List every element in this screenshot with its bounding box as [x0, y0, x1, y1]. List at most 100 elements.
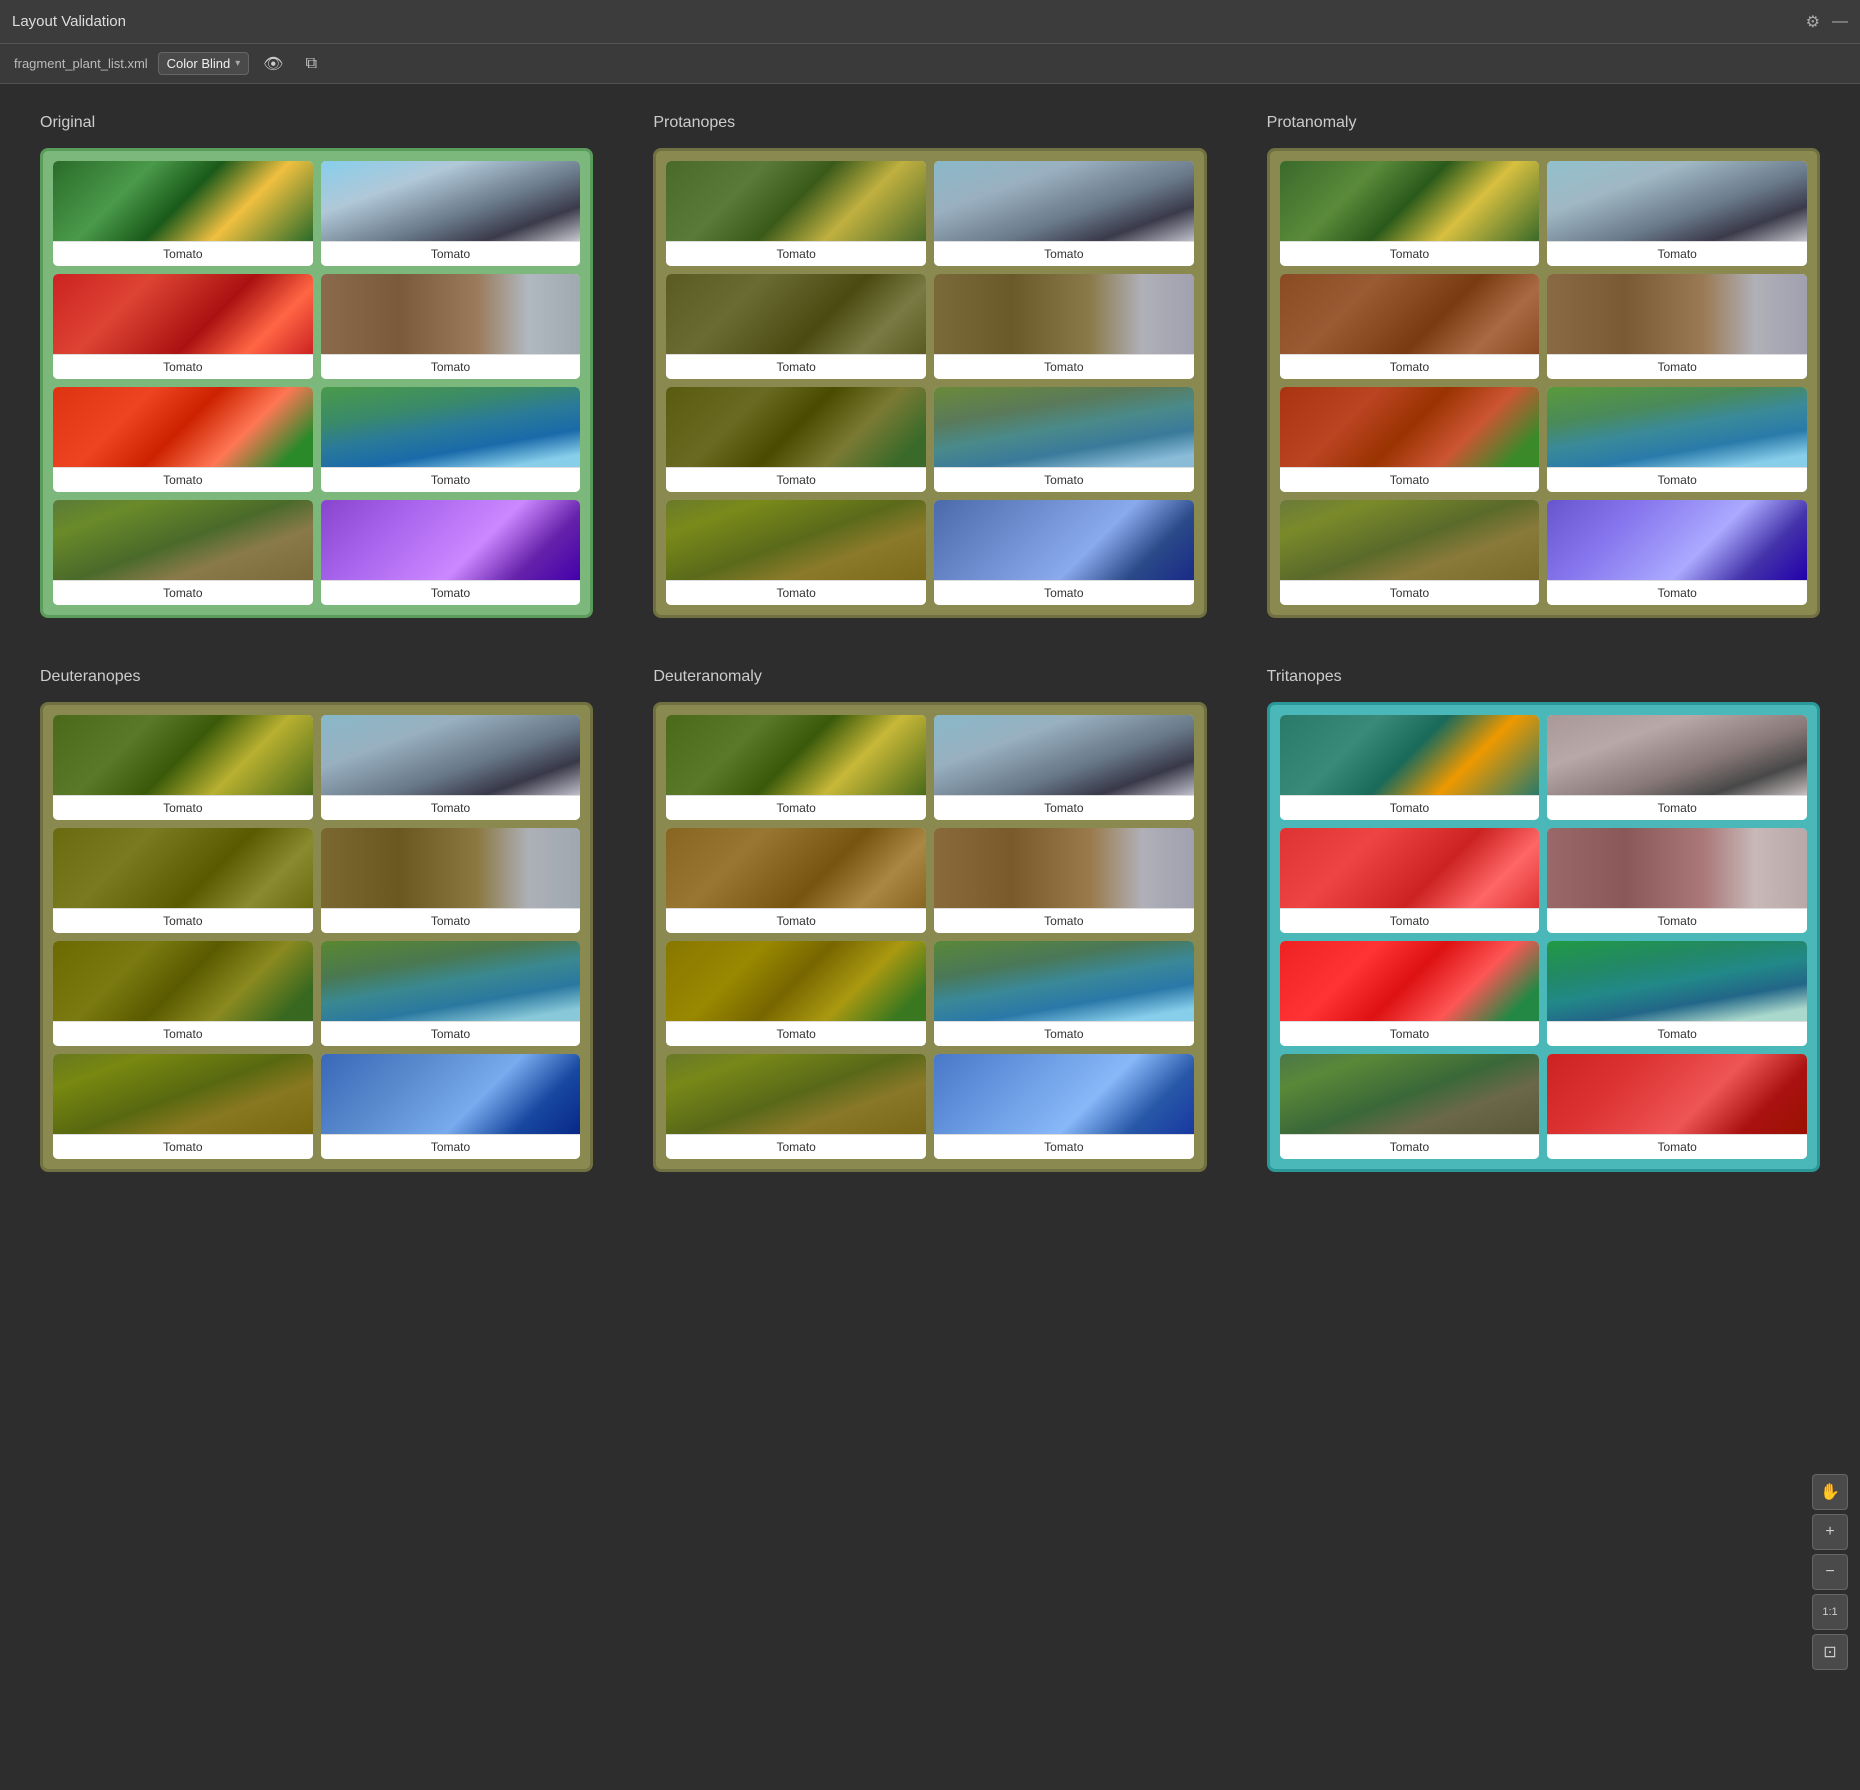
- image-card: Tomato: [1547, 941, 1807, 1046]
- card-label: Tomato: [53, 580, 313, 605]
- fit-button[interactable]: ⊡: [1812, 1634, 1848, 1670]
- image-card: Tomato: [666, 161, 926, 266]
- card-label: Tomato: [666, 1134, 926, 1159]
- card-label: Tomato: [934, 1134, 1194, 1159]
- image-card: Tomato: [321, 161, 581, 266]
- image-card: Tomato: [321, 387, 581, 492]
- card-image-img-redleaves-deu: [53, 828, 313, 908]
- ratio-label: 1:1: [1822, 1606, 1837, 1618]
- card-label: Tomato: [1280, 354, 1540, 379]
- image-card: Tomato: [934, 274, 1194, 379]
- image-card: Tomato: [1280, 941, 1540, 1046]
- image-card: Tomato: [1547, 500, 1807, 605]
- copy-button[interactable]: ⧉: [297, 50, 325, 78]
- card-image-img-telescope-pra: [1547, 161, 1807, 241]
- card-image-img-butterfly-tri: [1280, 715, 1540, 795]
- panel-title-protanopes: Protanopes: [653, 114, 1206, 132]
- card-label: Tomato: [666, 908, 926, 933]
- image-card: Tomato: [666, 941, 926, 1046]
- minimize-icon[interactable]: —: [1832, 13, 1848, 31]
- card-image-img-telescope-pro: [934, 161, 1194, 241]
- card-label: Tomato: [934, 580, 1194, 605]
- image-card: Tomato: [1547, 715, 1807, 820]
- settings-icon[interactable]: ⚙: [1806, 12, 1820, 32]
- panel-grid-tritanopes: Tomato Tomato Tomato Tomato Tomato Tomato Toma…: [1267, 702, 1820, 1172]
- panel-protanopes: Protanopes Tomato Tomato Tomato Tomato Tomato…: [653, 114, 1206, 618]
- card-label: Tomato: [1547, 1134, 1807, 1159]
- card-image-img-redleaves-orig: [53, 274, 313, 354]
- card-label: Tomato: [321, 1021, 581, 1046]
- image-card: Tomato: [53, 387, 313, 492]
- image-card: Tomato: [1280, 274, 1540, 379]
- hand-tool-button[interactable]: ✋: [1812, 1474, 1848, 1510]
- copy-icon: ⧉: [306, 55, 317, 73]
- toolbar: fragment_plant_list.xml Color Blind ▾ 👁 …: [0, 44, 1860, 84]
- plus-icon: +: [1825, 1523, 1834, 1541]
- ratio-button[interactable]: 1:1: [1812, 1594, 1848, 1630]
- card-image-img-twig-pra: [1547, 274, 1807, 354]
- hand-icon: ✋: [1820, 1482, 1840, 1502]
- card-label: Tomato: [53, 795, 313, 820]
- card-image-img-butterfly-dea: [666, 715, 926, 795]
- panel-grid-deuteranopes: Tomato Tomato Tomato Tomato Tomato Tomato Toma…: [40, 702, 593, 1172]
- card-label: Tomato: [1280, 1134, 1540, 1159]
- panel-title-tritanopes: Tritanopes: [1267, 668, 1820, 686]
- panel-tritanopes: TritanopesTomatoTomatoTomatoTomatoTomato…: [1267, 668, 1820, 1172]
- card-label: Tomato: [934, 241, 1194, 266]
- card-label: Tomato: [53, 1021, 313, 1046]
- card-label: Tomato: [934, 354, 1194, 379]
- fit-icon: ⊡: [1823, 1642, 1836, 1662]
- image-card: Tomato: [666, 500, 926, 605]
- card-image-img-field-tri: [1280, 1054, 1540, 1134]
- card-label: Tomato: [1280, 580, 1540, 605]
- card-image-img-redleaves-pra: [1280, 274, 1540, 354]
- color-blind-dropdown[interactable]: Color Blind ▾: [158, 52, 250, 75]
- image-card: Tomato: [53, 161, 313, 266]
- card-image-img-redleaves-pro: [666, 274, 926, 354]
- card-image-img-coast-pra: [1547, 387, 1807, 467]
- right-toolbar: ✋ + − 1:1 ⊡: [1812, 1474, 1848, 1670]
- card-image-img-coast-dea: [934, 941, 1194, 1021]
- card-image-img-twig-dea: [934, 828, 1194, 908]
- image-card: Tomato: [666, 1054, 926, 1159]
- card-label: Tomato: [53, 1134, 313, 1159]
- card-label: Tomato: [1547, 354, 1807, 379]
- image-card: Tomato: [321, 941, 581, 1046]
- image-card: Tomato: [1547, 161, 1807, 266]
- card-image-img-telescope-tri: [1547, 715, 1807, 795]
- image-card: Tomato: [934, 500, 1194, 605]
- card-image-img-butterfly-orig: [53, 161, 313, 241]
- panel-title-deuteranomaly: Deuteranomaly: [653, 668, 1206, 686]
- image-card: Tomato: [934, 387, 1194, 492]
- image-card: Tomato: [934, 1054, 1194, 1159]
- image-card: Tomato: [934, 828, 1194, 933]
- card-image-img-purple-tri: [1547, 1054, 1807, 1134]
- card-label: Tomato: [321, 241, 581, 266]
- card-image-img-telescope-dea: [934, 715, 1194, 795]
- titlebar-right: ⚙ —: [1806, 12, 1848, 32]
- card-label: Tomato: [321, 580, 581, 605]
- zoom-in-button[interactable]: +: [1812, 1514, 1848, 1550]
- image-card: Tomato: [321, 715, 581, 820]
- chevron-down-icon: ▾: [235, 58, 240, 69]
- card-label: Tomato: [666, 580, 926, 605]
- minus-icon: −: [1825, 1563, 1834, 1581]
- card-image-img-field-dea: [666, 1054, 926, 1134]
- card-label: Tomato: [1280, 1021, 1540, 1046]
- zoom-out-button[interactable]: −: [1812, 1554, 1848, 1590]
- card-label: Tomato: [53, 908, 313, 933]
- card-label: Tomato: [1547, 908, 1807, 933]
- card-image-img-redleaves-tri: [1280, 828, 1540, 908]
- card-label: Tomato: [1280, 908, 1540, 933]
- image-card: Tomato: [934, 715, 1194, 820]
- card-label: Tomato: [934, 908, 1194, 933]
- image-card: Tomato: [1547, 387, 1807, 492]
- image-card: Tomato: [1280, 1054, 1540, 1159]
- card-label: Tomato: [666, 1021, 926, 1046]
- eye-button[interactable]: 👁: [259, 50, 287, 78]
- card-image-img-purple-dea: [934, 1054, 1194, 1134]
- card-image-img-flower-pro: [666, 387, 926, 467]
- card-image-img-flower-deu: [53, 941, 313, 1021]
- card-label: Tomato: [321, 908, 581, 933]
- main-content: OriginalTomatoTomatoTomatoTomatoTomatoTo…: [0, 84, 1860, 1202]
